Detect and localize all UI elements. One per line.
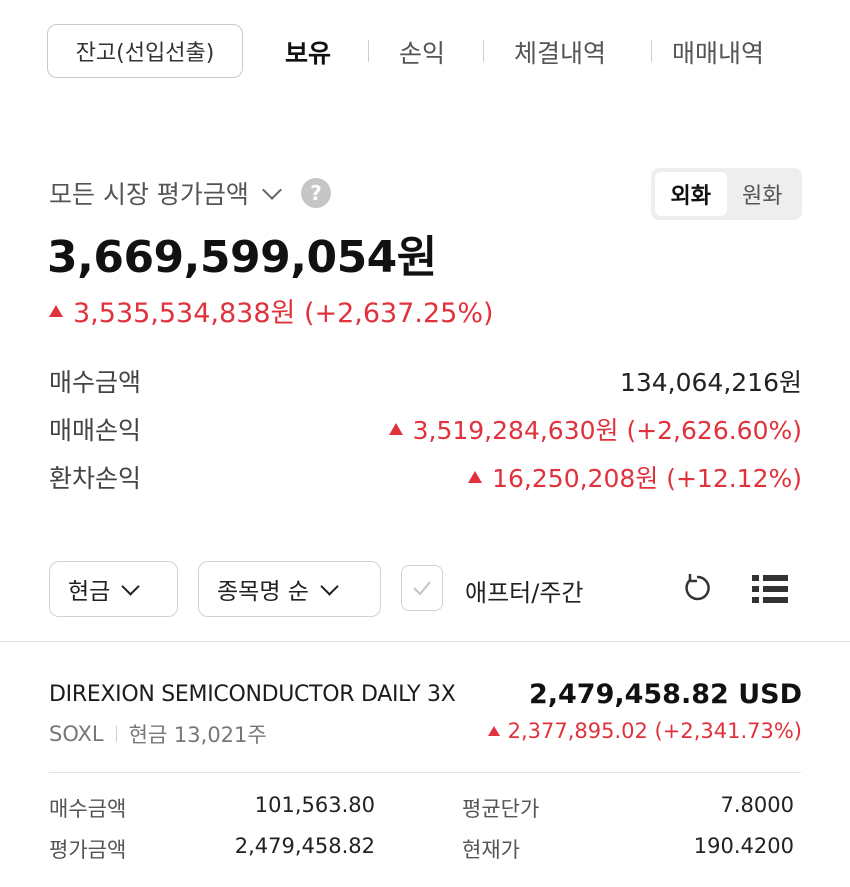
sort-select[interactable]: 종목명 순: [198, 561, 381, 617]
asset-type-value: 현금: [68, 579, 111, 605]
tab-executions[interactable]: 체결내역: [514, 34, 606, 70]
help-icon[interactable]: ?: [300, 178, 331, 208]
currency-toggle[interactable]: 외화 원화: [651, 168, 802, 220]
tab-divider: [368, 40, 369, 62]
section-divider: [0, 641, 850, 642]
tab-holdings[interactable]: 보유: [285, 34, 331, 70]
detail-buy-amount-label: 매수금액: [49, 797, 127, 821]
fx-pnl-value: 16,250,208원 (+12.12%): [468, 459, 802, 495]
total-gain-value: 3,535,534,838원 (+2,637.25%): [73, 298, 494, 329]
total-gain: 3,535,534,838원 (+2,637.25%): [49, 291, 494, 330]
tab-divider: [651, 40, 652, 62]
market-label: 모든 시장 평가금액: [49, 180, 249, 209]
after-hours-label[interactable]: 애프터/주간: [465, 573, 584, 608]
up-triangle-icon: [468, 471, 483, 483]
detail-current-price-label: 현재가: [462, 838, 520, 862]
detail-eval-amount-value: 2,479,458.82: [234, 834, 375, 858]
tab-divider: [483, 40, 484, 62]
buy-amount-value: 134,064,216원: [620, 363, 802, 399]
chevron-down-icon: [121, 576, 141, 596]
tab-pnl[interactable]: 손익: [399, 34, 445, 70]
holding-position: 현금 13,021주: [128, 723, 267, 747]
toggle-foreign-currency[interactable]: 외화: [655, 172, 727, 216]
holding-gain: 2,377,895.02 (+2,341.73%): [487, 719, 802, 743]
detail-eval-amount-label: 평가금액: [49, 838, 127, 862]
toggle-krw[interactable]: 원화: [727, 172, 799, 216]
holding-meta: SOXL 현금 13,021주: [49, 719, 267, 749]
market-selector[interactable]: 모든 시장 평가금액 ?: [49, 175, 331, 211]
trading-pnl-label: 매매손익: [49, 416, 142, 445]
holding-value: 2,479,458.82 USD: [528, 679, 802, 710]
chevron-down-icon: [262, 180, 282, 200]
trading-pnl-text: 3,519,284,630원 (+2,626.60%): [412, 416, 802, 445]
trading-pnl-value: 3,519,284,630원 (+2,626.60%): [388, 411, 802, 447]
fx-pnl-text: 16,250,208원 (+12.12%): [492, 464, 802, 493]
buy-amount-label: 매수금액: [49, 368, 142, 397]
after-hours-checkbox[interactable]: [401, 565, 443, 611]
holding-gain-value: 2,377,895.02 (+2,341.73%): [507, 719, 802, 743]
detail-avg-price-value: 7.8000: [720, 793, 794, 817]
buy-amount-text: 134,064,216원: [619, 368, 802, 397]
tab-trade-history[interactable]: 매매내역: [672, 34, 764, 70]
up-triangle-icon: [388, 423, 403, 435]
detail-buy-amount-value: 101,563.80: [254, 793, 375, 817]
refresh-icon[interactable]: [682, 572, 712, 608]
list-view-icon[interactable]: [752, 573, 788, 609]
balance-fifo-button[interactable]: 잔고(선입선출): [47, 24, 243, 78]
card-divider: [49, 772, 801, 773]
total-valuation: 3,669,599,054원: [47, 232, 437, 283]
chevron-down-icon: [320, 576, 339, 596]
up-triangle-icon: [49, 304, 63, 317]
meta-divider: [115, 726, 117, 742]
holding-ticker: SOXL: [49, 722, 104, 746]
asset-type-select[interactable]: 현금: [49, 561, 178, 617]
holding-name: DIREXION SEMICONDUCTOR DAILY 3X: [49, 682, 456, 707]
detail-avg-price-label: 평균단가: [462, 797, 540, 821]
detail-current-price-value: 190.4200: [693, 834, 794, 858]
fx-pnl-label: 환차손익: [49, 464, 142, 493]
sort-value: 종목명 순: [217, 579, 309, 605]
up-triangle-icon: [487, 726, 500, 736]
check-icon: [413, 581, 431, 596]
